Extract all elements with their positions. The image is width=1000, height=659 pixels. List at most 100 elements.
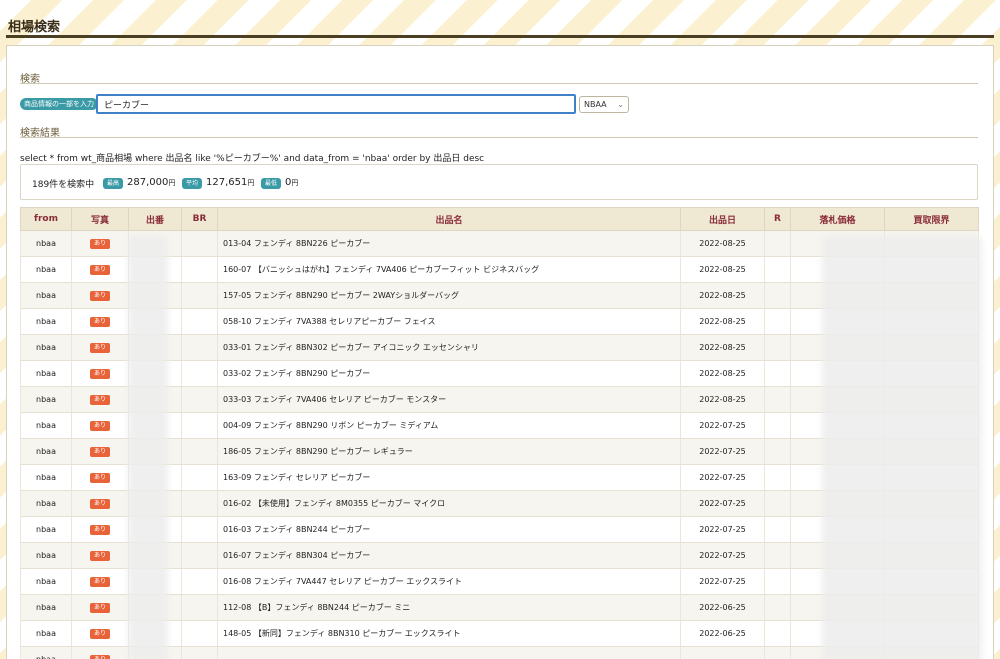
- cell-br: [181, 230, 218, 257]
- cell-item-name: 016-02 【未使用】フェンディ 8M0355 ピーカブー マイクロ: [217, 490, 681, 517]
- header-divider: [6, 35, 994, 38]
- cell-item-name: [217, 646, 681, 659]
- avg-badge: 平均: [182, 178, 203, 189]
- photo-badge[interactable]: あり: [89, 343, 110, 353]
- cell-photo: あり: [71, 542, 129, 569]
- cell-listing-date: 2022-07-25: [680, 568, 765, 595]
- photo-badge[interactable]: あり: [89, 525, 110, 535]
- cell-from: nbaa: [20, 516, 72, 543]
- column-header[interactable]: 落札価格: [790, 207, 885, 231]
- photo-badge[interactable]: あり: [89, 395, 110, 405]
- source-select[interactable]: NBAA ⌄: [579, 96, 629, 113]
- cell-from: nbaa: [20, 438, 72, 465]
- cell-photo: あり: [71, 386, 129, 413]
- cell-r: [764, 464, 791, 491]
- photo-badge[interactable]: あり: [89, 291, 110, 301]
- photo-badge[interactable]: あり: [89, 421, 110, 431]
- cell-from: nbaa: [20, 282, 72, 309]
- cell-br: [181, 594, 218, 621]
- column-header[interactable]: 写真: [71, 207, 129, 231]
- cell-item-name: 033-02 フェンディ 8BN290 ピーカブー: [217, 360, 681, 387]
- column-header[interactable]: from: [20, 207, 72, 231]
- redacted-lot-numbers: [128, 236, 168, 659]
- photo-badge[interactable]: あり: [89, 603, 110, 613]
- cell-item-name: 004-09 フェンディ 8BN290 リボン ピーカブー ミディアム: [217, 412, 681, 439]
- cell-item-name: 013-04 フェンディ 8BN226 ピーカブー: [217, 230, 681, 257]
- cell-photo: あり: [71, 646, 129, 659]
- min-price: 0円: [285, 177, 299, 188]
- search-section-divider: [20, 83, 978, 84]
- photo-badge[interactable]: あり: [89, 655, 110, 659]
- cell-item-name: 157-05 フェンディ 8BN290 ピーカブー 2WAYショルダーバッグ: [217, 282, 681, 309]
- cell-photo: あり: [71, 256, 129, 283]
- max-badge: 最高: [103, 178, 124, 189]
- cell-listing-date: 2022-08-25: [680, 308, 765, 335]
- cell-photo: あり: [71, 334, 129, 361]
- sql-query-text: select * from wt_商品相場 where 出品名 like '%ピ…: [20, 154, 485, 164]
- photo-badge[interactable]: あり: [89, 369, 110, 379]
- photo-badge[interactable]: あり: [89, 265, 110, 275]
- cell-listing-date: [680, 646, 765, 659]
- cell-from: nbaa: [20, 334, 72, 361]
- cell-from: nbaa: [20, 308, 72, 335]
- photo-badge[interactable]: あり: [89, 577, 110, 587]
- photo-badge[interactable]: あり: [89, 629, 110, 639]
- column-header[interactable]: R: [764, 207, 791, 231]
- photo-badge[interactable]: あり: [89, 239, 110, 249]
- cell-photo: あり: [71, 594, 129, 621]
- search-input[interactable]: [96, 94, 576, 114]
- column-header[interactable]: BR: [181, 207, 218, 231]
- cell-photo: あり: [71, 620, 129, 647]
- photo-badge[interactable]: あり: [89, 447, 110, 457]
- cell-r: [764, 594, 791, 621]
- cell-r: [764, 620, 791, 647]
- cell-from: nbaa: [20, 464, 72, 491]
- cell-r: [764, 438, 791, 465]
- cell-listing-date: 2022-07-25: [680, 542, 765, 569]
- cell-br: [181, 438, 218, 465]
- cell-br: [181, 516, 218, 543]
- cell-listing-date: 2022-06-25: [680, 594, 765, 621]
- cell-item-name: 160-07 【バニッシュはがれ】フェンディ 7VA406 ピーカブーフィット …: [217, 256, 681, 283]
- result-count: 189件を検索中: [32, 180, 95, 190]
- cell-r: [764, 646, 791, 659]
- cell-photo: あり: [71, 412, 129, 439]
- column-header[interactable]: 出品名: [217, 207, 681, 231]
- cell-photo: あり: [71, 308, 129, 335]
- results-section-divider: [20, 137, 978, 138]
- cell-from: nbaa: [20, 646, 72, 659]
- avg-price: 127,651円: [206, 177, 255, 188]
- cell-br: [181, 282, 218, 309]
- cell-photo: あり: [71, 490, 129, 517]
- photo-badge[interactable]: あり: [89, 473, 110, 483]
- cell-br: [181, 308, 218, 335]
- photo-badge[interactable]: あり: [89, 551, 110, 561]
- cell-listing-date: 2022-08-25: [680, 256, 765, 283]
- cell-from: nbaa: [20, 568, 72, 595]
- column-header[interactable]: 買取限界: [884, 207, 979, 231]
- content-panel: 検索 商品情報の一部を入力 NBAA ⌄ 検索結果 select * from …: [6, 45, 994, 659]
- photo-badge[interactable]: あり: [89, 317, 110, 327]
- cell-r: [764, 516, 791, 543]
- cell-listing-date: 2022-08-25: [680, 230, 765, 257]
- cell-br: [181, 646, 218, 659]
- cell-listing-date: 2022-08-25: [680, 334, 765, 361]
- cell-listing-date: 2022-07-25: [680, 490, 765, 517]
- cell-photo: あり: [71, 360, 129, 387]
- cell-from: nbaa: [20, 386, 72, 413]
- cell-listing-date: 2022-07-25: [680, 438, 765, 465]
- column-header[interactable]: 出番: [128, 207, 182, 231]
- cell-item-name: 033-03 フェンディ 7VA406 セレリア ピーカブー モンスター: [217, 386, 681, 413]
- chevron-down-icon: ⌄: [617, 100, 624, 109]
- cell-from: nbaa: [20, 412, 72, 439]
- cell-listing-date: 2022-07-25: [680, 464, 765, 491]
- column-header[interactable]: 出品日: [680, 207, 765, 231]
- cell-item-name: 163-09 フェンディ セレリア ピーカブー: [217, 464, 681, 491]
- cell-br: [181, 490, 218, 517]
- cell-item-name: 016-08 フェンディ 7VA447 セレリア ピーカブー エックスライト: [217, 568, 681, 595]
- photo-badge[interactable]: あり: [89, 499, 110, 509]
- cell-photo: あり: [71, 464, 129, 491]
- cell-listing-date: 2022-08-25: [680, 360, 765, 387]
- cell-item-name: 148-05 【新同】フェンディ 8BN310 ピーカブー エックスライト: [217, 620, 681, 647]
- cell-from: nbaa: [20, 360, 72, 387]
